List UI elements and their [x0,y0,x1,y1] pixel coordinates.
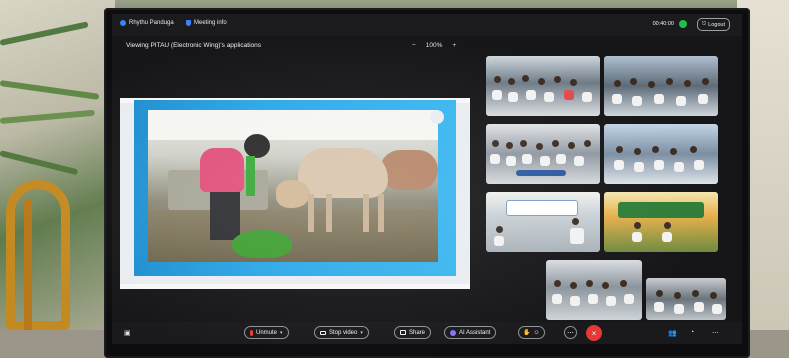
plant-leaf [0,80,100,100]
cow [380,150,438,190]
share-title: Viewing PITAU (Electronic Wing)'s applic… [126,42,262,49]
video-tile[interactable] [486,56,600,116]
unmute-button[interactable]: Unmute ▾ [244,326,289,339]
mic-icon [250,329,253,336]
bottom-toolbar: ▣ Unmute ▾ Stop video ▾ Share AI Assista… [112,322,742,344]
ai-icon [450,329,456,336]
meeting-info-label: Meeting info [194,20,227,26]
layout-icon[interactable]: ▣ [124,329,131,337]
farmer-legs [210,190,240,240]
fodder-bundle [232,230,292,258]
share-button[interactable]: Share [394,326,432,339]
cow-head [276,180,310,208]
video-tile[interactable] [546,260,642,320]
camera-icon [320,330,326,335]
ground [148,210,438,262]
shed-roof [148,110,438,140]
chat-icon[interactable]: ◔ [690,329,694,336]
farmer-scarf [246,156,255,196]
reactions-button[interactable]: ✋ ☺ [518,326,545,339]
more-button[interactable]: ⋯ [564,326,577,339]
video-tile[interactable] [604,56,718,116]
video-tile[interactable] [486,192,600,252]
share-label: Share [409,329,426,336]
participants-crowd [546,260,642,320]
cow-leg [308,194,314,232]
cow [298,148,388,198]
logout-label: Logout [708,21,725,28]
meeting-window: Rhythu Panduga Meeting info 00:40:00 ⎋ L… [112,14,742,344]
stop-video-button[interactable]: Stop video ▾ [314,326,369,339]
video-tile[interactable] [646,278,726,320]
emoji-icon: ☺ [533,329,540,336]
participants-crowd [486,56,600,116]
top-bar: Rhythu Panduga Meeting info 00:40:00 ⎋ L… [112,14,742,36]
participants-crowd [604,56,718,116]
zoom-control: − 100% + [412,42,456,49]
meeting-timer: 00:40:00 [652,21,674,27]
slide-pointer [430,110,444,124]
logout-button[interactable]: ⎋ Logout [696,18,730,31]
cow-leg [363,194,369,232]
unmute-label: Unmute [256,329,278,336]
participants-crowd [486,124,600,184]
shared-screen-bottom-strip [120,284,470,289]
participants-crowd [604,192,718,252]
plant-leaf [0,150,79,176]
chevron-down-icon: ▾ [360,329,363,336]
farmer-body [200,148,244,192]
chevron-down-icon: ▾ [280,329,283,336]
more-icon: ⋯ [567,329,574,337]
logout-icon: ⎋ [701,21,707,27]
share-icon [400,330,406,335]
chair-back [6,180,70,330]
video-tile[interactable] [604,124,718,184]
plant-leaf [0,109,95,124]
hand-icon: ✋ [523,330,531,336]
farmer-head [244,134,270,158]
video-tile[interactable] [486,124,600,184]
user-label: Rhythu Panduga [129,20,174,26]
ai-assistant-label: AI Assistant [459,329,491,336]
participants-icon[interactable]: 👥 [668,329,677,337]
chair-slat [24,200,32,330]
zoom-out-button[interactable]: − [412,42,416,49]
status-dot-icon [679,20,687,28]
ai-assistant-button[interactable]: AI Assistant [444,326,497,339]
stop-video-label: Stop video [329,329,358,336]
shield-icon [186,20,191,26]
cow-leg [326,194,332,232]
more-options-icon[interactable]: ⋯ [712,329,719,337]
end-call-icon: × [591,328,597,338]
participants-crowd [646,278,726,320]
cow-leg [378,194,384,232]
plant-leaf [0,21,89,46]
meeting-info-button[interactable]: Meeting info [186,20,227,26]
zoom-level: 100% [425,42,443,49]
user-menu[interactable]: Rhythu Panduga [120,20,174,26]
zoom-in-button[interactable]: + [452,42,456,49]
user-dot-icon [120,20,126,26]
slide-photo [148,110,438,262]
participants-crowd [486,192,600,252]
end-call-button[interactable]: × [586,325,602,341]
participants-crowd [604,124,718,184]
video-tile[interactable] [604,192,718,252]
